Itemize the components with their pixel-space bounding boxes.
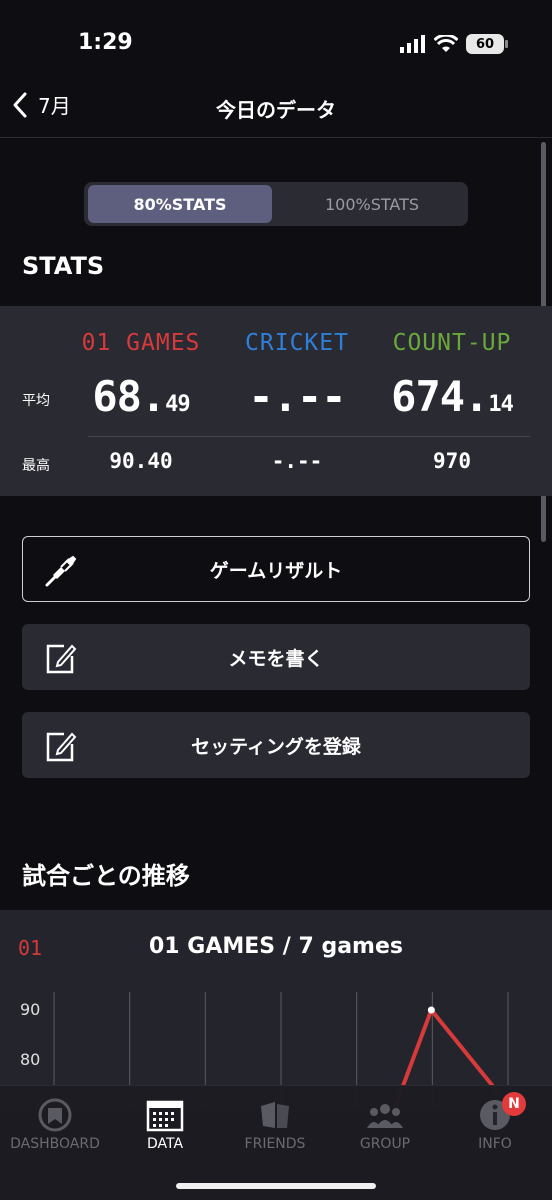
home-indicator (176, 1183, 376, 1189)
stats-segmented-control: 80%STATS 100%STATS (84, 182, 468, 226)
segment-100-stats[interactable]: 100%STATS (280, 185, 464, 223)
register-setting-button[interactable]: セッティングを登録 (22, 712, 530, 778)
write-memo-button[interactable]: メモを書く (22, 624, 530, 690)
max-count-up: 970 (433, 449, 471, 473)
stats-title: STATS (22, 252, 105, 280)
avg-cricket-int: -.-- (248, 372, 346, 421)
dart-icon (45, 555, 77, 587)
tab-data[interactable]: DATA (110, 1098, 220, 1152)
series-line-segment (429, 1008, 502, 1097)
trend-title: 試合ごとの推移 (22, 862, 190, 890)
friends-icon (261, 1102, 289, 1128)
status-icons: 60 (400, 34, 508, 54)
tab-dashboard[interactable]: DASHBOARD (0, 1098, 110, 1152)
tab-label-dashboard: DASHBOARD (10, 1136, 100, 1152)
header-count-up: COUNT-UP (392, 330, 512, 356)
trend-graph-panel: 01 01 GAMES / 7 games 90 80 (0, 910, 552, 1110)
stats-panel: 01 GAMES CRICKET COUNT-UP 平均 68.49 -.-- … (0, 306, 552, 496)
battery-icon: 60 (466, 34, 508, 54)
data-point (427, 1006, 435, 1014)
avg-countup-dec: 14 (488, 392, 513, 417)
status-bar: 1:29 60 (0, 0, 552, 88)
segment-80-stats[interactable]: 80%STATS (88, 185, 272, 223)
signal-icon (400, 35, 425, 53)
dashboard-icon (38, 1098, 72, 1132)
game-result-label: ゲームリザルト (209, 559, 343, 582)
avg-01-int: 68. (92, 372, 166, 421)
tab-label-data: DATA (146, 1136, 184, 1152)
avg-01-dec: 49 (165, 392, 190, 417)
tab-label-info: INFO (478, 1136, 512, 1152)
tab-friends[interactable]: FRIENDS (220, 1098, 330, 1152)
page-title: 今日のデータ (216, 98, 336, 122)
tab-label-group: GROUP (359, 1136, 411, 1152)
write-memo-label: メモを書く (228, 647, 324, 670)
info-badge: N (502, 1092, 526, 1116)
tab-info[interactable]: N INFO (440, 1092, 550, 1152)
tab-group[interactable]: GROUP (330, 1098, 440, 1152)
edit-icon (46, 644, 77, 674)
status-time: 1:29 (78, 30, 133, 55)
tab-label-friends: FRIENDS (244, 1136, 306, 1152)
wifi-icon (434, 35, 458, 52)
game-result-button[interactable]: ゲームリザルト (22, 536, 530, 602)
stats-divider (88, 436, 530, 437)
avg-countup-int: 674. (391, 372, 489, 421)
nav-bar: 7月 今日のデータ (0, 76, 552, 138)
avg-count-up: 674.14 (352, 372, 552, 421)
register-setting-label: セッティングを登録 (191, 735, 361, 758)
edit-icon (46, 732, 77, 762)
calendar-icon (146, 1100, 184, 1132)
trend-chart (53, 992, 509, 1110)
group-icon (367, 1104, 403, 1128)
